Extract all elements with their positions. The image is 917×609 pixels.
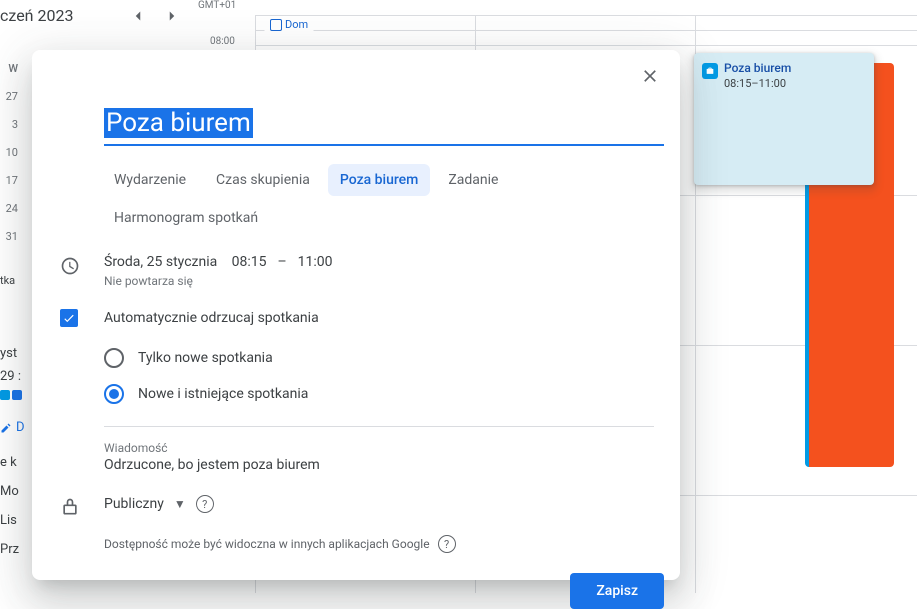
month-nav <box>126 4 184 28</box>
prev-month-icon[interactable] <box>126 4 150 28</box>
title-input[interactable]: Poza biurem <box>104 108 253 138</box>
chevron-down-icon[interactable]: ▼ <box>174 497 186 511</box>
dom-chip[interactable]: Dom <box>264 17 314 32</box>
message-label: Wiadomość <box>104 441 664 455</box>
auto-decline-label: Automatycznie odrzucaj spotkania <box>104 310 319 326</box>
visibility-select[interactable]: Publiczny <box>104 496 164 512</box>
divider <box>104 426 654 427</box>
sidebar-text: yst <box>0 346 25 361</box>
auto-decline-checkbox[interactable] <box>60 309 78 327</box>
recurrence-label[interactable]: Nie powtarza się <box>104 274 336 288</box>
event-create-dialog: Poza biurem Wydarzenie Czas skupienia Po… <box>32 50 680 580</box>
mini-week-col: W 27 3 10 17 24 31 <box>0 54 22 250</box>
next-month-icon[interactable] <box>160 4 184 28</box>
event-card-title: Poza biurem <box>724 61 791 75</box>
radio-new-and-existing[interactable]: Nowe i istniejące spotkania <box>104 376 664 412</box>
time-axis-label: 08:00 <box>210 36 235 47</box>
month-label: czeń 2023 <box>0 6 73 25</box>
event-card-time: 08:15–11:00 <box>724 77 791 90</box>
date-time-line[interactable]: Środa, 25 stycznia 08:15 – 11:00 <box>104 254 336 270</box>
close-icon[interactable] <box>634 60 666 92</box>
mini-day[interactable]: 27 <box>0 82 22 110</box>
sidebar-text: Prz <box>0 542 25 557</box>
tab-task[interactable]: Zadanie <box>436 164 510 196</box>
tab-schedule[interactable]: Harmonogram spotkań <box>102 202 270 234</box>
timezone-label: GMT+01 <box>198 0 236 11</box>
radio-icon <box>104 384 124 404</box>
sidebar-text: e k <box>0 455 25 470</box>
availability-note: Dostępność może być widoczna w innych ap… <box>104 537 430 551</box>
title-input-wrapper[interactable]: Poza biurem <box>104 108 664 146</box>
sidebar-fragment: tka <box>0 270 28 291</box>
clock-icon <box>60 256 80 276</box>
sidebar-edit-link[interactable]: D <box>0 420 25 435</box>
radio-only-new[interactable]: Tylko nowe spotkania <box>104 340 664 376</box>
save-button[interactable]: Zapisz <box>570 573 664 609</box>
sidebar-text: 29 : <box>0 369 25 384</box>
lock-icon <box>60 497 80 517</box>
decline-scope-radio-group: Tylko nowe spotkania Nowe i istniejące s… <box>104 340 664 412</box>
mini-day[interactable]: 10 <box>0 138 22 166</box>
tab-out-of-office[interactable]: Poza biurem <box>328 164 430 196</box>
event-preview-card[interactable]: Poza biurem 08:15–11:00 <box>694 53 874 185</box>
sidebar-text: Lis <box>0 513 25 528</box>
tab-event[interactable]: Wydarzenie <box>102 164 198 196</box>
mini-day[interactable]: 17 <box>0 166 22 194</box>
mini-day[interactable]: 3 <box>0 110 22 138</box>
help-icon[interactable]: ? <box>196 495 214 513</box>
briefcase-icon <box>702 63 718 79</box>
tab-focus[interactable]: Czas skupienia <box>204 164 322 196</box>
message-text[interactable]: Odrzucone, bo jestem poza biurem <box>104 457 664 473</box>
help-icon[interactable]: ? <box>438 535 456 553</box>
event-type-tabs: Wydarzenie Czas skupienia Poza biurem Za… <box>102 164 664 234</box>
week-header: W <box>0 54 22 82</box>
mini-day[interactable]: 24 <box>0 194 22 222</box>
radio-icon <box>104 348 124 368</box>
sidebar-text: Mo <box>0 484 25 499</box>
mini-day[interactable]: 31 <box>0 222 22 250</box>
